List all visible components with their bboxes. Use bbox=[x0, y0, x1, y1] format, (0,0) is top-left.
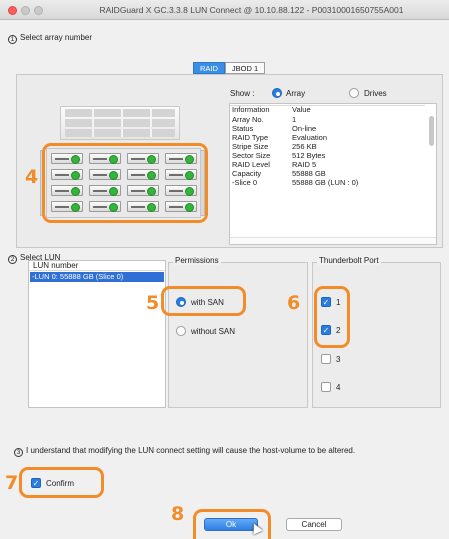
cancel-button[interactable]: Cancel bbox=[286, 518, 342, 531]
callout-5: 5 bbox=[146, 292, 160, 314]
show-drives-label: Drives bbox=[364, 89, 387, 98]
info-key: Array No. bbox=[232, 115, 264, 124]
port-3-label: 3 bbox=[336, 355, 341, 364]
permissions-group bbox=[168, 262, 308, 408]
tab-jbod-1[interactable]: JBOD 1 bbox=[224, 62, 266, 74]
step1-number: 1 bbox=[8, 35, 17, 44]
info-key: Stripe Size bbox=[232, 142, 269, 151]
without-san-label: without SAN bbox=[191, 327, 236, 336]
step3-number: 3 bbox=[14, 448, 23, 457]
show-label: Show : bbox=[230, 89, 255, 98]
info-key: Capacity bbox=[232, 169, 262, 178]
info-value: 1 bbox=[292, 115, 297, 124]
info-key: -Slice 0 bbox=[232, 178, 258, 187]
step1-label: Select array number bbox=[20, 33, 93, 42]
callout-6: 6 bbox=[287, 292, 301, 314]
array-info-table[interactable]: Information Value Array No. 1 Status On-li… bbox=[229, 103, 437, 245]
info-value: Evaluation bbox=[292, 133, 328, 142]
info-header-row: Information Value bbox=[230, 105, 425, 114]
port-3-checkbox[interactable] bbox=[321, 354, 331, 364]
minimize-window-button[interactable] bbox=[21, 6, 30, 15]
step1-heading: 1 Select array number bbox=[8, 33, 92, 44]
callout-4: 4 bbox=[25, 166, 39, 188]
without-san-radio[interactable] bbox=[176, 326, 186, 336]
port-4-checkbox[interactable] bbox=[321, 382, 331, 392]
ok-button-highlight bbox=[193, 509, 271, 539]
info-vertical-scrollbar[interactable] bbox=[429, 116, 434, 146]
info-key: Sector Size bbox=[232, 151, 271, 160]
zoom-window-button[interactable] bbox=[34, 6, 43, 15]
show-array-radio[interactable] bbox=[272, 88, 282, 98]
info-key: Status bbox=[232, 124, 254, 133]
step2-number: 2 bbox=[8, 255, 17, 264]
info-value: 256 KB bbox=[292, 142, 317, 151]
thunderbolt-title: Thunderbolt Port bbox=[317, 256, 381, 265]
window-titlebar: RAIDGuard X GC.3.3.8 LUN Connect @ 10.10… bbox=[0, 0, 449, 20]
info-value: 55888 GB (LUN : 0) bbox=[292, 178, 359, 187]
info-key: RAID Type bbox=[232, 133, 269, 142]
info-value: 512 Bytes bbox=[292, 151, 326, 160]
info-column-header: Value bbox=[292, 105, 311, 114]
array-tabs: RAID JBOD 1 bbox=[193, 62, 266, 74]
port-4-label: 4 bbox=[336, 383, 341, 392]
step3-label: I understand that modifying the LUN conn… bbox=[26, 446, 356, 455]
lun-list-header: LUN number bbox=[29, 261, 165, 271]
step3-notice: 3I understand that modifying the LUN con… bbox=[14, 446, 355, 457]
info-value: On-line bbox=[292, 124, 317, 133]
show-drives-radio[interactable] bbox=[349, 88, 359, 98]
lun-list[interactable]: LUN number -LUN 0: 55888 GB (Slice 0) bbox=[28, 260, 166, 408]
confirm-highlight bbox=[19, 467, 104, 498]
show-array-label: Array bbox=[286, 89, 306, 98]
permissions-title: Permissions bbox=[173, 256, 221, 265]
callout-8: 8 bbox=[171, 503, 185, 525]
thunderbolt-ports-highlight bbox=[314, 286, 350, 348]
callout-7: 7 bbox=[5, 472, 19, 494]
info-horizontal-scrollbar[interactable] bbox=[230, 237, 436, 244]
window-title: RAIDGuard X GC.3.3.8 LUN Connect @ 10.10… bbox=[99, 5, 404, 15]
chassis-top-image bbox=[60, 106, 180, 140]
close-window-button[interactable] bbox=[8, 6, 17, 15]
info-column-header: Information bbox=[232, 105, 270, 114]
tab-raid[interactable]: RAID bbox=[193, 62, 225, 74]
with-san-highlight bbox=[161, 286, 246, 316]
lun-list-item[interactable]: -LUN 0: 55888 GB (Slice 0) bbox=[30, 272, 164, 282]
info-key: RAID Level bbox=[232, 160, 270, 169]
info-value: 55888 GB bbox=[292, 169, 326, 178]
info-value: RAID 5 bbox=[292, 160, 317, 169]
drive-grid-highlight bbox=[42, 143, 208, 223]
